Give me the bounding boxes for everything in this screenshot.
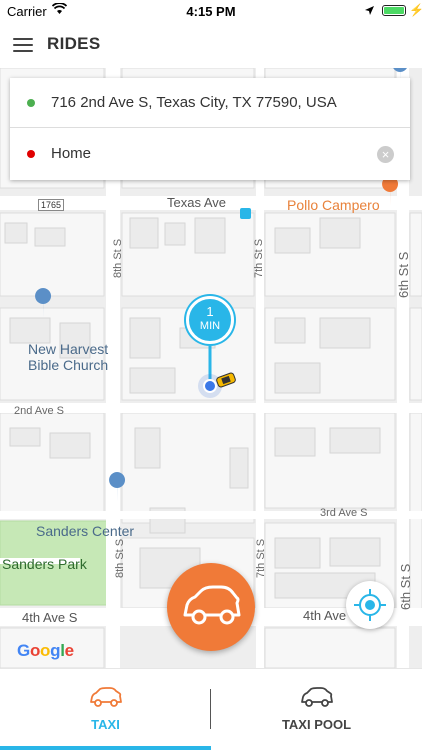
tab-taxi-pool-label: TAXI POOL (281, 717, 352, 732)
poi-pollo-campero[interactable]: Pollo Campero (287, 197, 380, 213)
pickup-address[interactable]: 716 2nd Ave S, Texas City, TX 77590, USA (51, 94, 337, 111)
tab-taxi[interactable]: TAXI (0, 669, 211, 750)
street-8th-st-top: 8th St S (112, 238, 124, 278)
street-2nd-ave: 2nd Ave S (14, 405, 64, 417)
google-letter: o (29, 641, 41, 660)
battery-icon (382, 5, 406, 16)
eta-badge: 1 MIN (186, 296, 234, 344)
street-7th-st-bottom: 7th St S (255, 538, 267, 578)
google-letter: g (50, 641, 61, 660)
eta-unit: MIN (199, 320, 221, 332)
address-card: 716 2nd Ave S, Texas City, TX 77590, USA… (10, 78, 410, 180)
dropoff-address[interactable]: Home (51, 145, 91, 162)
taxi-car-icon (90, 687, 122, 707)
pickup-row[interactable]: 716 2nd Ave S, Texas City, TX 77590, USA (10, 78, 410, 128)
bottom-tab-bar: TAXI TAXI POOL (0, 668, 422, 750)
crosshair-icon (354, 589, 386, 621)
status-bar: Carrier 4:15 PM ⚡ (0, 0, 422, 22)
nav-bar: RIDES (0, 22, 422, 68)
taxi-pool-car-icon (301, 687, 333, 707)
street-texas-ave: Texas Ave (167, 195, 227, 210)
poi-sanders-center[interactable]: Sanders Center (36, 523, 134, 539)
google-letter: e (64, 641, 74, 660)
tab-taxi-label: TAXI (91, 717, 120, 732)
poi-sanders-park[interactable]: Sanders Park (2, 556, 87, 572)
google-letter: G (17, 641, 30, 660)
dropoff-dot-icon (27, 150, 35, 158)
charging-bolt-icon: ⚡ (409, 3, 422, 17)
google-logo: Google (17, 641, 74, 661)
active-tab-indicator (0, 746, 211, 750)
clear-icon[interactable]: × (377, 146, 394, 163)
status-time: 4:15 PM (186, 4, 236, 19)
street-6th-st-top: 6th St S (396, 251, 411, 298)
street-4th-ave-left: 4th Ave S (22, 610, 78, 625)
eta-value: 1 (206, 304, 214, 319)
street-7th-st-top: 7th St S (253, 238, 265, 278)
route-shield: 1765 (38, 199, 65, 211)
request-ride-button[interactable] (167, 563, 255, 651)
location-arrow-icon (364, 4, 375, 19)
tab-taxi-pool[interactable]: TAXI POOL (211, 669, 422, 750)
pickup-dot-icon (27, 99, 35, 107)
google-letter: o (40, 641, 51, 660)
street-6th-st-bottom: 6th St S (398, 563, 413, 610)
poi-church-line2: Bible Church (28, 357, 109, 373)
page-title: RIDES (47, 34, 101, 53)
poi-church-line1: New Harvest (28, 341, 109, 357)
street-8th-st-bottom: 8th St S (114, 538, 126, 578)
poi-church[interactable]: New Harvest Bible Church (28, 341, 108, 373)
street-3rd-ave: 3rd Ave S (320, 507, 368, 519)
my-location-button[interactable] (346, 581, 394, 629)
car-icon (183, 585, 241, 625)
hamburger-icon[interactable] (13, 38, 33, 52)
dropoff-row[interactable]: Home × (10, 129, 410, 179)
